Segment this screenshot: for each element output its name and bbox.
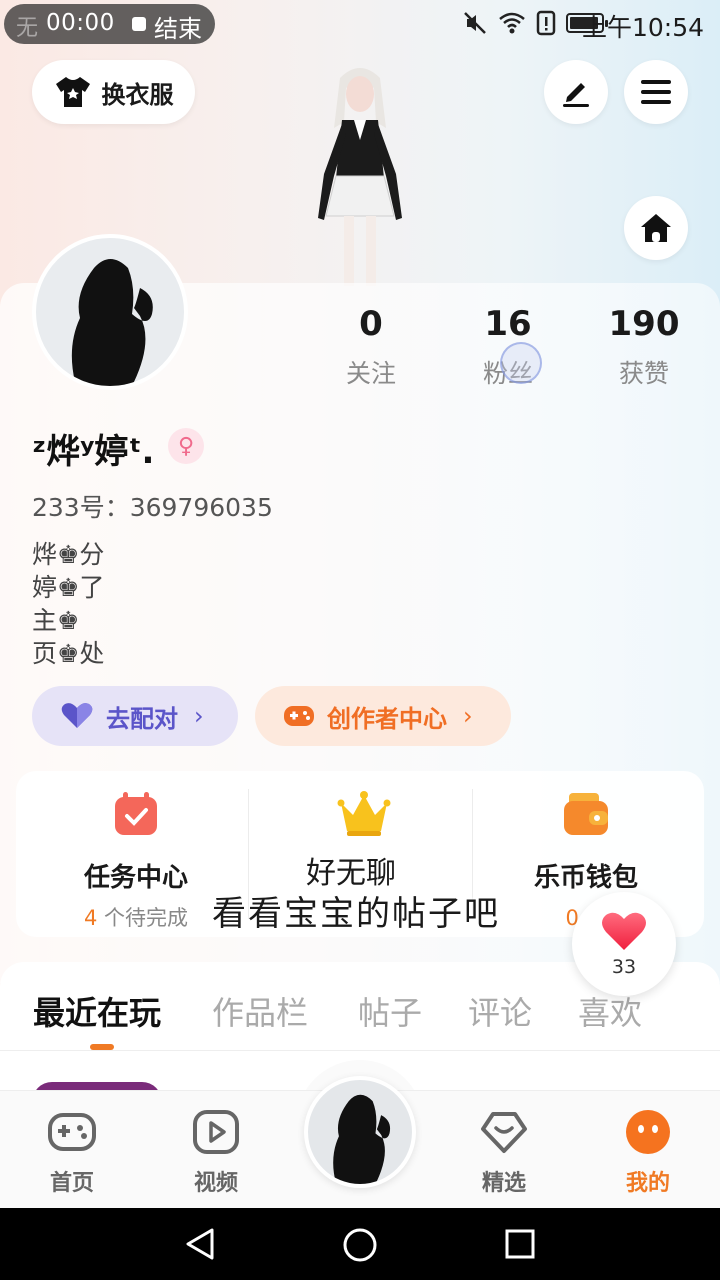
nav-featured[interactable]: 精选 <box>454 1109 554 1197</box>
face-icon <box>623 1109 673 1155</box>
avatar-character[interactable] <box>290 58 430 288</box>
screen-recorder-pill[interactable]: 无 00:00 结束 <box>4 4 215 44</box>
tshirt-icon <box>55 77 90 107</box>
following-count: 0 <box>359 304 383 344</box>
nav-featured-label: 精选 <box>481 1171 526 1196</box>
center-avatar-button[interactable] <box>304 1076 416 1188</box>
nav-home[interactable]: 首页 <box>22 1109 122 1197</box>
home-icon <box>641 214 671 242</box>
back-icon[interactable] <box>182 1226 218 1262</box>
clock: 上午10:54 <box>581 13 704 42</box>
nav-mine[interactable]: 我的 <box>598 1109 698 1197</box>
divider <box>0 1050 720 1051</box>
recording-end-button[interactable]: 结束 <box>154 9 202 44</box>
task-count: 4 <box>83 906 98 930</box>
match-button[interactable]: 去配对 › <box>32 686 238 746</box>
recorder-ghost-text: 无 <box>16 16 39 41</box>
recents-icon[interactable] <box>502 1226 538 1262</box>
edit-profile-button[interactable] <box>544 60 608 124</box>
home-button[interactable] <box>624 196 688 260</box>
task-sub-text: 个待完成 <box>97 906 189 930</box>
user-id[interactable]: 233号：369796035 <box>32 488 273 524</box>
play-icon <box>191 1109 241 1155</box>
match-label: 去配对 <box>106 704 178 733</box>
wallet-title: 乐币钱包 <box>533 863 638 893</box>
heart-diamond-icon <box>479 1109 529 1155</box>
stat-following[interactable]: 0 关注 <box>311 304 431 390</box>
nav-video[interactable]: 视频 <box>166 1109 266 1197</box>
creator-center-label: 创作者中心 <box>327 704 447 733</box>
status-bar: 无 00:00 结束 上午10:54 <box>0 0 720 50</box>
creator-center-button[interactable]: 创作者中心 › <box>255 686 511 746</box>
stop-icon <box>132 17 146 31</box>
bio-line: 烨♚分 <box>32 540 105 569</box>
heart-pair-icon <box>61 703 93 728</box>
bio-line: 页♚处 <box>32 639 105 668</box>
change-outfit-label: 换衣服 <box>101 80 174 109</box>
chevron-right-icon: › <box>194 702 204 730</box>
pen-icon <box>563 83 589 107</box>
menu-button[interactable] <box>624 60 688 124</box>
calendar-check-icon <box>111 789 161 839</box>
female-icon: ♀ <box>168 428 204 464</box>
profile-page: 无 00:00 结束 上午10:54 换衣服 0 关注 16 粉丝 190 获赞… <box>0 0 720 1280</box>
tab-works[interactable]: 作品栏 <box>212 988 308 1034</box>
bio: 烨♚分 婷♚了 主♚ 页♚处 <box>32 538 104 670</box>
like-count: 33 <box>611 956 637 978</box>
likes-label: 获赞 <box>618 359 669 388</box>
following-label: 关注 <box>345 359 396 388</box>
tab-posts[interactable]: 帖子 <box>358 988 422 1034</box>
chevron-right-icon: › <box>463 702 473 730</box>
fans-count: 16 <box>484 304 532 344</box>
recording-time: 00:00 <box>46 10 115 36</box>
mute-icon <box>464 12 486 34</box>
like-bubble[interactable]: 33 <box>572 892 676 996</box>
wallet-icon <box>561 789 611 839</box>
likes-count: 190 <box>608 304 680 344</box>
overlay-caption-line2: 看看宝宝的帖子吧 <box>212 894 500 934</box>
nav-video-label: 视频 <box>193 1171 238 1196</box>
touch-indicator <box>500 342 542 384</box>
alert-icon <box>536 10 556 36</box>
wifi-icon <box>499 12 525 34</box>
avatar[interactable] <box>32 234 188 390</box>
nav-mine-label: 我的 <box>625 1171 670 1196</box>
system-nav-bar <box>0 1208 720 1280</box>
nickname: ᶻ烨ʸ婷ᵗ. <box>32 432 155 472</box>
stat-likes[interactable]: 190 获赞 <box>584 304 704 390</box>
crown-icon <box>337 789 391 839</box>
tab-comments[interactable]: 评论 <box>468 988 532 1034</box>
tab-recent[interactable]: 最近在玩 <box>33 988 161 1034</box>
hamburger-icon <box>641 80 671 104</box>
bio-line: 主♚ <box>32 606 80 635</box>
heart-icon <box>602 912 646 950</box>
change-outfit-button[interactable]: 换衣服 <box>32 60 195 124</box>
home-circle-icon[interactable] <box>341 1226 379 1264</box>
avatar-silhouette <box>333 1094 391 1184</box>
avatar-silhouette <box>71 259 153 386</box>
bio-line: 婷♚了 <box>32 573 105 602</box>
gamepad-icon <box>47 1109 97 1155</box>
gamepad-icon <box>284 706 314 726</box>
nav-home-label: 首页 <box>49 1171 94 1196</box>
